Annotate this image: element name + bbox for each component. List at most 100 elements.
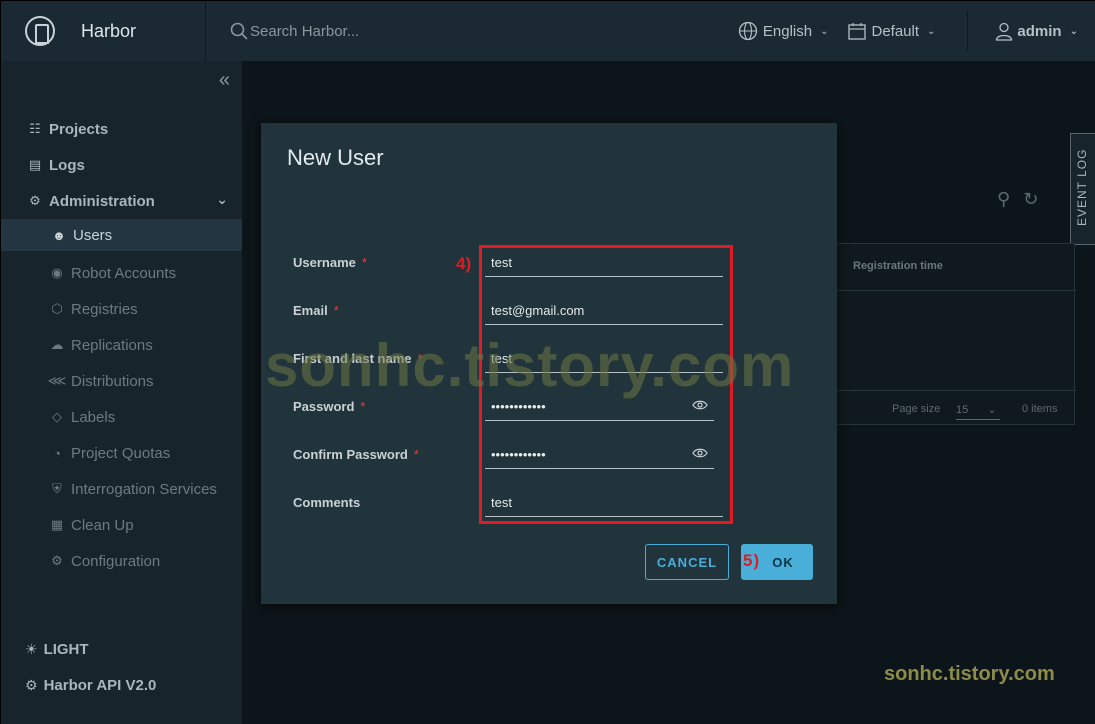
sidebar-item-labels[interactable]: ◇ Labels [1,401,242,433]
sidebar-item-registries[interactable]: ⬡ Registries [1,293,242,325]
table-footer: Page size 15 ⌄ 0 items [798,390,1076,426]
sidebar-item-clean-up[interactable]: ▦ Clean Up [1,509,242,541]
sidebar-item-label: Project Quotas [71,444,171,462]
top-header: Harbor Search Harbor... English ⌄ Defaul… [1,1,1095,61]
brand-name: Harbor [81,20,137,41]
projects-icon: ☷ [29,121,41,136]
distributions-icon: ⋘ [47,373,67,388]
brand[interactable]: Harbor [1,1,206,61]
calendar-icon [847,23,866,40]
sidebar-item-label: Robot Accounts [71,264,177,282]
sidebar-item-replications[interactable]: ☁ Replications [1,329,242,361]
replications-icon: ☁ [50,337,64,352]
sidebar-item-projects[interactable]: ☷ Projects [1,113,242,145]
fullname-label: First and last name * [293,351,423,366]
required-mark: * [360,399,366,414]
harbor-api-label: Harbor API V2.0 [43,677,157,694]
language-label: English [762,22,813,40]
sidebar-item-label: Distributions [71,372,154,390]
sidebar-item-distributions[interactable]: ⋘ Distributions [1,365,242,397]
shield-icon: ⛨ [52,481,62,496]
sidebar-item-label: Users [73,226,113,244]
label-text: Username [293,255,356,270]
ok-button[interactable]: 5) OK [741,544,813,580]
quotas-icon: ◔ [53,445,61,461]
annotation-step-5: 5) [743,551,761,570]
harbor-logo-icon [25,16,55,46]
logs-icon: ▤ [28,157,42,172]
labels-icon: ◇ [52,409,62,424]
annotation-step-4: 4) [456,254,472,273]
sidebar-item-robot-accounts[interactable]: ◉ Robot Accounts [1,257,242,289]
users-icon: ☻ [52,227,66,243]
dialog-title: New User [287,145,384,170]
global-search[interactable]: Search Harbor... [230,1,359,61]
datetime-format-selector[interactable]: Default ⌄ [847,21,936,41]
password-label: Password * [293,399,365,414]
robot-icon: ◉ [51,265,63,280]
email-label: Email * [293,303,339,318]
page-size-value: 15 [956,404,969,416]
api-icon: ⚙ [25,677,38,693]
sidebar-item-label: Interrogation Services [71,480,217,498]
user-icon [996,22,1013,41]
ok-label: OK [772,554,794,570]
label-text: First and last name [293,351,412,366]
search-input[interactable]: Search Harbor... [250,23,359,40]
sidebar-item-label: Clean Up [71,516,134,534]
new-user-dialog: New User Username * test Email * test@gmai… [261,123,837,604]
table-tools: ⚲ ↻ [997,189,1038,210]
comments-label: Comments [293,495,361,510]
trash-icon: ▦ [50,517,64,532]
label-text: Password [293,399,355,414]
required-mark: * [333,303,339,318]
required-mark: * [417,351,423,366]
sidebar: « ☷ Projects ▤ Logs ⚙ Administration ⌄ ☻… [1,61,242,724]
items-count: 0 items [1022,403,1058,415]
sidebar-item-users[interactable]: ☻ Users [1,219,242,251]
sidebar-item-administration[interactable]: ⚙ Administration ⌄ [1,185,242,217]
sidebar-item-logs[interactable]: ▤ Logs [1,149,242,181]
username-label: Username * [293,255,367,270]
user-name: admin [1017,22,1062,40]
event-log-label: EVENT LOG [1075,148,1089,226]
sidebar-item-label: Registries [71,300,138,318]
annotation-highlight-box [479,245,733,524]
datetime-format-label: Default [871,22,920,40]
search-icon[interactable]: ⚲ [997,189,1010,209]
harbor-api-link[interactable]: ⚙ Harbor API V2.0 [25,677,156,694]
collapse-sidebar-icon[interactable]: « [219,69,230,92]
column-header-registration-time[interactable]: Registration time [853,260,943,272]
language-selector[interactable]: English ⌄ [738,21,829,41]
watermark-corner: sonhc.tistory.com [884,663,1055,685]
sidebar-item-configuration[interactable]: ⚙ Configuration [1,545,242,577]
required-mark: * [413,447,419,462]
header-divider [798,290,1076,291]
header-divider [967,11,969,51]
chevron-down-icon: ⌄ [216,191,228,207]
search-icon [230,22,248,40]
confirm-password-label: Confirm Password * [293,447,419,462]
sun-icon: ☀ [25,641,38,657]
page-size-select[interactable]: 15 ⌄ [956,403,1000,420]
sidebar-item-project-quotas[interactable]: ◔ Project Quotas [1,437,242,469]
users-table: Registration time Page size 15 ⌄ 0 items [797,243,1076,426]
chevron-down-icon: ⌄ [1069,25,1078,37]
label-text: Confirm Password [293,447,408,462]
registries-icon: ⬡ [51,301,63,316]
event-log-tab[interactable]: EVENT LOG [1070,133,1095,245]
sidebar-item-label: Projects [49,120,109,138]
sidebar-item-label: Labels [71,408,116,426]
theme-toggle[interactable]: ☀ LIGHT [25,641,89,658]
required-mark: * [361,255,367,270]
refresh-icon[interactable]: ↻ [1023,189,1038,209]
chevron-down-icon: ⌄ [927,25,936,37]
sidebar-item-label: Configuration [71,552,161,570]
theme-toggle-label: LIGHT [43,641,89,658]
user-menu[interactable]: admin ⌄ [994,21,1078,41]
cancel-button[interactable]: CANCEL [645,544,729,580]
sidebar-item-label: Replications [71,336,153,354]
page-size-label: Page size [892,403,941,415]
sidebar-item-interrogation-services[interactable]: ⛨ Interrogation Services [1,473,242,505]
sidebar-item-label: Administration [49,192,155,210]
